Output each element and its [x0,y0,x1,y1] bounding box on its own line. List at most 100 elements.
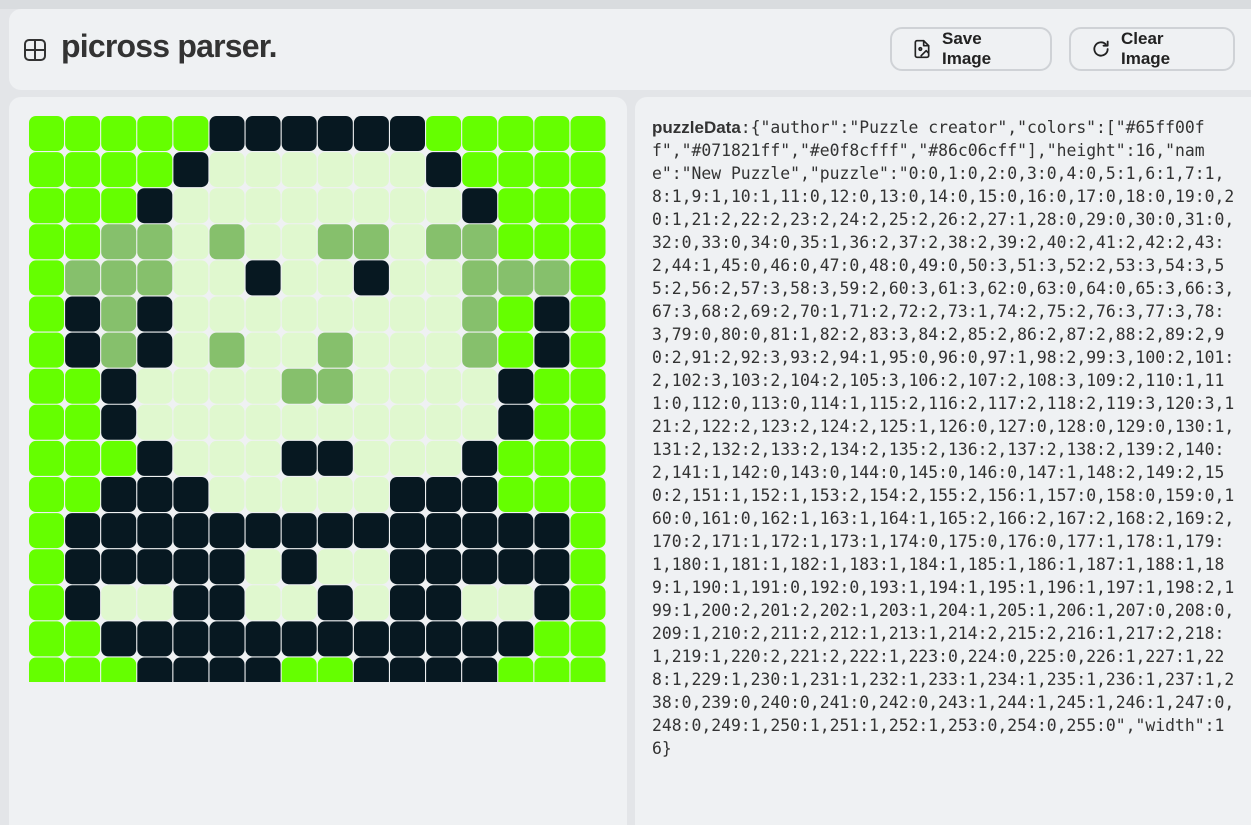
grid-cell[interactable] [209,549,245,585]
grid-cell[interactable] [281,188,317,224]
grid-cell[interactable] [209,477,245,512]
grid-cell[interactable] [65,224,101,260]
grid-cell[interactable] [426,152,462,188]
grid-cell[interactable] [462,621,498,657]
grid-cell[interactable] [209,224,245,260]
grid-cell[interactable] [498,404,534,440]
grid-cell[interactable] [245,477,281,512]
grid-cell[interactable] [317,477,353,512]
grid-cell[interactable] [137,224,173,260]
grid-cell[interactable] [137,585,173,621]
grid-cell[interactable] [353,224,389,260]
grid-cell[interactable] [534,585,570,621]
grid-cell[interactable] [101,440,137,476]
grid-cell[interactable] [462,368,498,404]
grid-cell[interactable] [65,332,101,368]
grid-cell[interactable] [281,260,317,296]
grid-cell[interactable] [29,440,64,476]
clear-image-button[interactable]: Clear Image [1069,27,1235,71]
grid-cell[interactable] [390,152,425,188]
grid-cell[interactable] [65,621,101,657]
grid-cell[interactable] [534,657,570,683]
grid-cell[interactable] [173,621,209,657]
grid-cell[interactable] [353,404,389,440]
grid-cell[interactable] [209,260,245,296]
grid-cell[interactable] [462,152,498,188]
grid-cell[interactable] [426,657,462,683]
grid-cell[interactable] [534,260,570,296]
grid-cell[interactable] [317,188,353,224]
grid-cell[interactable] [101,368,137,404]
grid-cell[interactable] [29,224,64,260]
grid-cell[interactable] [101,332,137,368]
grid-cell[interactable] [534,152,570,188]
grid-cell[interactable] [462,404,498,440]
save-image-button[interactable]: Save Image [890,27,1052,71]
grid-cell[interactable] [281,296,317,332]
grid-cell[interactable] [281,224,317,260]
grid-cell[interactable] [209,440,245,476]
grid-cell[interactable] [137,116,173,151]
grid-cell[interactable] [137,332,173,368]
grid-cell[interactable] [498,477,534,512]
grid-cell[interactable] [173,477,209,512]
grid-cell[interactable] [353,116,389,151]
grid-cell[interactable] [137,152,173,188]
grid-cell[interactable] [317,513,353,549]
grid-cell[interactable] [137,657,173,683]
grid-cell[interactable] [245,549,281,585]
grid-cell[interactable] [281,585,317,621]
grid-cell[interactable] [534,332,570,368]
grid-cell[interactable] [245,621,281,657]
grid-cell[interactable] [317,332,353,368]
grid-cell[interactable] [209,585,245,621]
grid-cell[interactable] [173,657,209,683]
grid-cell[interactable] [390,296,425,332]
grid-cell[interactable] [245,368,281,404]
grid-cell[interactable] [29,296,64,332]
grid-cell[interactable] [390,368,425,404]
grid-cell[interactable] [173,296,209,332]
grid-cell[interactable] [101,585,137,621]
grid-cell[interactable] [353,188,389,224]
grid-cell[interactable] [353,152,389,188]
grid-cell[interactable] [173,368,209,404]
grid-cell[interactable] [462,585,498,621]
grid-cell[interactable] [281,368,317,404]
grid-cell[interactable] [29,260,64,296]
grid-cell[interactable] [390,513,425,549]
grid-cell[interactable] [65,116,101,151]
grid-cell[interactable] [65,477,101,512]
grid-cell[interactable] [462,116,498,151]
grid-cell[interactable] [317,116,353,151]
grid-cell[interactable] [353,657,389,683]
grid-cell[interactable] [317,296,353,332]
grid-cell[interactable] [426,513,462,549]
grid-cell[interactable] [534,477,570,512]
grid-cell[interactable] [209,404,245,440]
grid-cell[interactable] [317,440,353,476]
grid-cell[interactable] [101,260,137,296]
grid-cell[interactable] [209,332,245,368]
grid-cell[interactable] [426,296,462,332]
grid-cell[interactable] [281,332,317,368]
grid-cell[interactable] [245,440,281,476]
grid-cell[interactable] [137,188,173,224]
grid-cell[interactable] [101,477,137,512]
grid-cell[interactable] [570,296,606,332]
grid-cell[interactable] [534,549,570,585]
grid-cell[interactable] [426,188,462,224]
grid-cell[interactable] [534,404,570,440]
pixel-grid[interactable] [29,116,609,682]
grid-cell[interactable] [29,404,64,440]
grid-cell[interactable] [570,657,606,683]
grid-cell[interactable] [65,657,101,683]
grid-cell[interactable] [498,368,534,404]
grid-cell[interactable] [29,152,64,188]
grid-cell[interactable] [570,404,606,440]
grid-cell[interactable] [245,585,281,621]
grid-cell[interactable] [353,477,389,512]
grid-cell[interactable] [353,332,389,368]
grid-cell[interactable] [101,404,137,440]
grid-cell[interactable] [462,332,498,368]
